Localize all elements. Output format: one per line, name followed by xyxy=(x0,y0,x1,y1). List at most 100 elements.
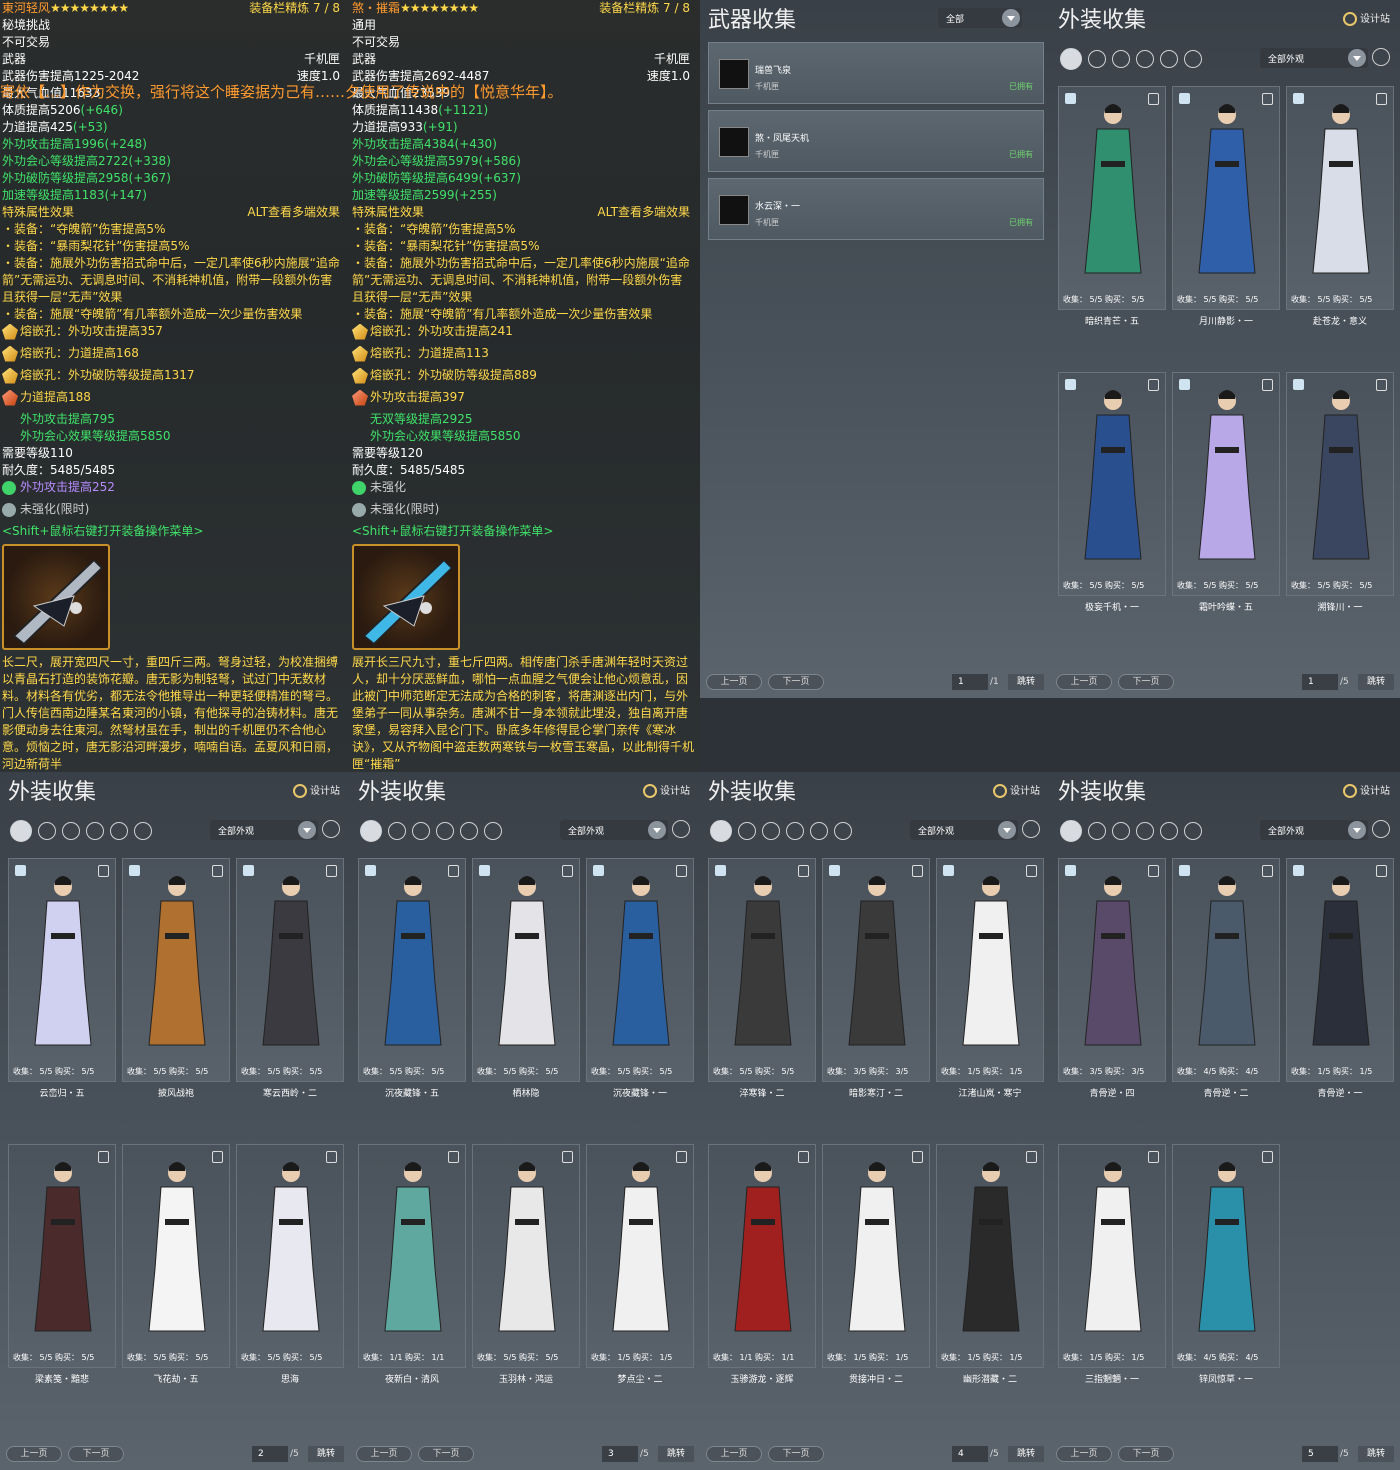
jump-button[interactable]: 跳转 xyxy=(308,1446,344,1462)
outfit-card[interactable]: 收集： 3/5 购买： 3/5 xyxy=(1058,858,1166,1082)
outfit-card[interactable]: 收集： 5/5 购买： 5/5 xyxy=(1286,372,1394,596)
hat-icon[interactable] xyxy=(786,822,804,840)
outfit-card[interactable]: 收集： 1/1 购买： 1/1 xyxy=(708,1144,816,1368)
weapon-item[interactable]: 煞・凤尾天机 千机匣 已拥有 xyxy=(708,110,1044,172)
trash-icon[interactable] xyxy=(1148,865,1159,877)
hat-icon[interactable] xyxy=(86,822,104,840)
mask-icon[interactable] xyxy=(1184,822,1202,840)
jump-button[interactable]: 跳转 xyxy=(658,1446,694,1462)
outfit-card[interactable]: 收集： 4/5 购买： 4/5 xyxy=(1172,1144,1280,1368)
all-outfits-icon[interactable] xyxy=(1060,820,1082,842)
outfit-card[interactable]: 收集： 5/5 购买： 5/5 xyxy=(1058,372,1166,596)
trash-icon[interactable] xyxy=(676,865,687,877)
jump-button[interactable]: 跳转 xyxy=(1358,674,1394,690)
mask-icon[interactable] xyxy=(834,822,852,840)
body-icon[interactable] xyxy=(1112,50,1130,68)
hat-icon[interactable] xyxy=(436,822,454,840)
outfit-card[interactable]: 收集： 1/5 购买： 1/5 xyxy=(936,858,1044,1082)
outfit-card[interactable]: 收集： 1/5 购买： 1/5 xyxy=(1286,858,1394,1082)
hat-icon[interactable] xyxy=(1136,50,1154,68)
designer-link[interactable]: 设计站 xyxy=(293,782,340,798)
trash-icon[interactable] xyxy=(1026,865,1037,877)
jump-button[interactable]: 跳转 xyxy=(1008,674,1044,690)
designer-link[interactable]: 设计站 xyxy=(1343,10,1390,26)
menu-icon[interactable] xyxy=(1022,820,1040,838)
trash-icon[interactable] xyxy=(1148,93,1159,105)
outfit-card[interactable]: 收集： 5/5 购买： 5/5 xyxy=(472,1144,580,1368)
outfit-card[interactable]: 收集： 5/5 购买： 5/5 xyxy=(1286,86,1394,310)
menu-icon[interactable] xyxy=(1372,820,1390,838)
menu-icon[interactable] xyxy=(672,820,690,838)
outfit-card[interactable]: 收集： 5/5 购买： 5/5 xyxy=(122,1144,230,1368)
trash-icon[interactable] xyxy=(1026,1151,1037,1163)
next-page-button[interactable]: 下一页 xyxy=(68,1446,124,1462)
menu-icon[interactable] xyxy=(1372,48,1390,66)
next-page-button[interactable]: 下一页 xyxy=(768,674,824,690)
outfit-card[interactable]: 收集： 1/5 购买： 1/5 xyxy=(822,1144,930,1368)
trash-icon[interactable] xyxy=(1376,379,1387,391)
trash-icon[interactable] xyxy=(326,1151,337,1163)
trash-icon[interactable] xyxy=(798,1151,809,1163)
all-outfits-icon[interactable] xyxy=(710,820,732,842)
trash-icon[interactable] xyxy=(98,865,109,877)
trash-icon[interactable] xyxy=(798,865,809,877)
clothing-icon[interactable] xyxy=(1088,50,1106,68)
outfit-filter-dropdown[interactable]: 全部外观 xyxy=(910,820,1018,840)
hat-icon[interactable] xyxy=(1136,822,1154,840)
page-input[interactable]: 1 xyxy=(1302,674,1338,690)
trash-icon[interactable] xyxy=(326,865,337,877)
outfit-card[interactable]: 收集： 5/5 购买： 5/5 xyxy=(1172,372,1280,596)
weapon-filter-dropdown[interactable]: 全部 xyxy=(938,8,1022,28)
page-input[interactable]: 3 xyxy=(602,1446,638,1462)
mask-icon[interactable] xyxy=(1184,50,1202,68)
trash-icon[interactable] xyxy=(912,1151,923,1163)
weapon-item[interactable]: 水云深・一 千机匣 已拥有 xyxy=(708,178,1044,240)
all-outfits-icon[interactable] xyxy=(1060,48,1082,70)
all-outfits-icon[interactable] xyxy=(360,820,382,842)
outfit-card[interactable]: 收集： 1/5 购买： 1/5 xyxy=(586,1144,694,1368)
trash-icon[interactable] xyxy=(912,865,923,877)
outfit-card[interactable]: 收集： 1/5 购买： 1/5 xyxy=(936,1144,1044,1368)
outfit-card[interactable]: 收集： 5/5 购买： 5/5 xyxy=(1172,86,1280,310)
body-icon[interactable] xyxy=(412,822,430,840)
next-page-button[interactable]: 下一页 xyxy=(1118,674,1174,690)
jump-button[interactable]: 跳转 xyxy=(1358,1446,1394,1462)
outfit-card[interactable]: 收集： 5/5 购买： 5/5 xyxy=(708,858,816,1082)
trash-icon[interactable] xyxy=(1262,1151,1273,1163)
outfit-filter-dropdown[interactable]: 全部外观 xyxy=(1260,48,1368,68)
trash-icon[interactable] xyxy=(562,1151,573,1163)
all-outfits-icon[interactable] xyxy=(10,820,32,842)
trash-icon[interactable] xyxy=(1262,93,1273,105)
body-icon[interactable] xyxy=(62,822,80,840)
outfit-card[interactable]: 收集： 5/5 购买： 5/5 xyxy=(472,858,580,1082)
jump-button[interactable]: 跳转 xyxy=(1008,1446,1044,1462)
clothing-icon[interactable] xyxy=(738,822,756,840)
outfit-card[interactable]: 收集： 4/5 购买： 4/5 xyxy=(1172,858,1280,1082)
clothing-icon[interactable] xyxy=(1088,822,1106,840)
outfit-card[interactable]: 收集： 5/5 购买： 5/5 xyxy=(586,858,694,1082)
trash-icon[interactable] xyxy=(1376,865,1387,877)
trash-icon[interactable] xyxy=(448,865,459,877)
outfit-card[interactable]: 收集： 5/5 购买： 5/5 xyxy=(358,858,466,1082)
prev-page-button[interactable]: 上一页 xyxy=(356,1446,412,1462)
prev-page-button[interactable]: 上一页 xyxy=(1056,1446,1112,1462)
outfit-card[interactable]: 收集： 5/5 购买： 5/5 xyxy=(122,858,230,1082)
cloak-icon[interactable] xyxy=(460,822,478,840)
trash-icon[interactable] xyxy=(98,1151,109,1163)
page-input[interactable]: 4 xyxy=(952,1446,988,1462)
body-icon[interactable] xyxy=(762,822,780,840)
page-input[interactable]: 2 xyxy=(252,1446,288,1462)
mask-icon[interactable] xyxy=(134,822,152,840)
outfit-card[interactable]: 收集： 1/5 购买： 1/5 xyxy=(1058,1144,1166,1368)
clothing-icon[interactable] xyxy=(388,822,406,840)
designer-link[interactable]: 设计站 xyxy=(1343,782,1390,798)
next-page-button[interactable]: 下一页 xyxy=(418,1446,474,1462)
designer-link[interactable]: 设计站 xyxy=(993,782,1040,798)
designer-link[interactable]: 设计站 xyxy=(643,782,690,798)
trash-icon[interactable] xyxy=(212,1151,223,1163)
trash-icon[interactable] xyxy=(1262,379,1273,391)
prev-page-button[interactable]: 上一页 xyxy=(1056,674,1112,690)
outfit-card[interactable]: 收集： 1/1 购买： 1/1 xyxy=(358,1144,466,1368)
mask-icon[interactable] xyxy=(484,822,502,840)
outfit-filter-dropdown[interactable]: 全部外观 xyxy=(210,820,318,840)
